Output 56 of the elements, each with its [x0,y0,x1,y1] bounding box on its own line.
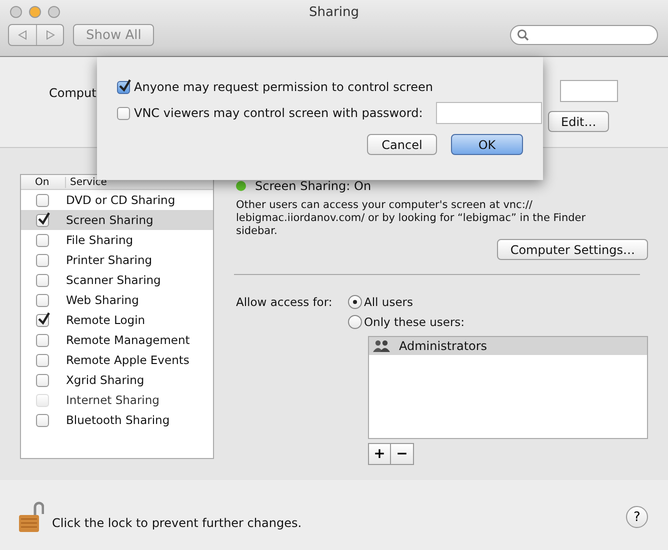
computer-name-label: Comput [49,86,96,100]
column-header: On [34,176,50,188]
checkbox[interactable] [117,80,130,94]
cancel-button[interactable]: Cancel [367,134,437,155]
access-label: Allow access for: [235,294,334,311]
left-triangle-icon [18,30,27,40]
description-text: Other users can access your computer's screen at vnc:// lebigmac.iiordanov.com/ or by looking for “lebigmac” in the Finder sidebar. [236,199,587,238]
checkbox[interactable] [36,374,49,386]
service-row[interactable]: Screen Sharing [21,210,213,230]
window-title: Sharing [309,4,359,20]
radio-option[interactable]: All users [348,293,648,311]
checkbox[interactable] [36,354,49,366]
ok-button[interactable]: OK [451,134,523,155]
minimize-button[interactable] [29,6,41,18]
service-row[interactable]: Xgrid Sharing [21,370,213,390]
right-triangle-icon [46,30,54,40]
checkbox[interactable] [36,234,49,246]
computer-settings-button[interactable]: Computer Settings… [497,239,648,260]
lock-message: Click the lock to prevent further changes. [52,516,302,530]
radio-button[interactable] [348,295,362,309]
service-row[interactable]: File Sharing [21,230,213,250]
option-label: Anyone may request permission to control screen [134,80,433,94]
computer-name-field[interactable] [560,80,618,102]
zoom-button[interactable] [48,6,60,18]
option-label: VNC viewers may control screen with password: [134,106,423,120]
user-row[interactable]: Administrators [369,337,647,355]
checkbox[interactable] [36,334,49,346]
radio-button[interactable] [348,315,362,329]
checkbox[interactable] [36,214,49,226]
checkbox[interactable] [36,314,49,326]
add-button[interactable]: + [368,443,391,465]
password-field[interactable] [436,102,542,124]
checkbox[interactable] [36,274,49,286]
service-row[interactable]: Remote Apple Events [21,350,213,370]
close-button[interactable] [10,6,22,18]
service-row[interactable]: Web Sharing [21,290,213,310]
checkbox[interactable] [36,194,49,206]
edit-button[interactable]: Edit… [548,111,610,132]
help-button[interactable]: ? [626,506,648,528]
service-row[interactable]: Printer Sharing [21,250,213,270]
service-row[interactable]: Scanner Sharing [21,270,213,290]
unlocked-padlock-icon[interactable] [18,500,44,534]
radio-option[interactable]: Only these users: [348,313,648,331]
status-text: Screen Sharing: On [255,179,372,193]
group-icon [373,340,391,352]
checkbox[interactable] [117,106,130,120]
service-row[interactable]: Bluetooth Sharing [21,410,213,430]
service-row[interactable]: Remote Management [21,330,213,350]
search-field[interactable] [510,25,658,45]
service-row[interactable]: DVD or CD Sharing [21,190,213,210]
checkbox[interactable] [36,294,49,306]
remove-button[interactable]: − [391,443,414,465]
search-icon [517,29,529,41]
checkbox[interactable] [36,254,49,266]
service-row[interactable]: Remote Login [21,310,213,330]
checkbox[interactable] [36,414,49,426]
